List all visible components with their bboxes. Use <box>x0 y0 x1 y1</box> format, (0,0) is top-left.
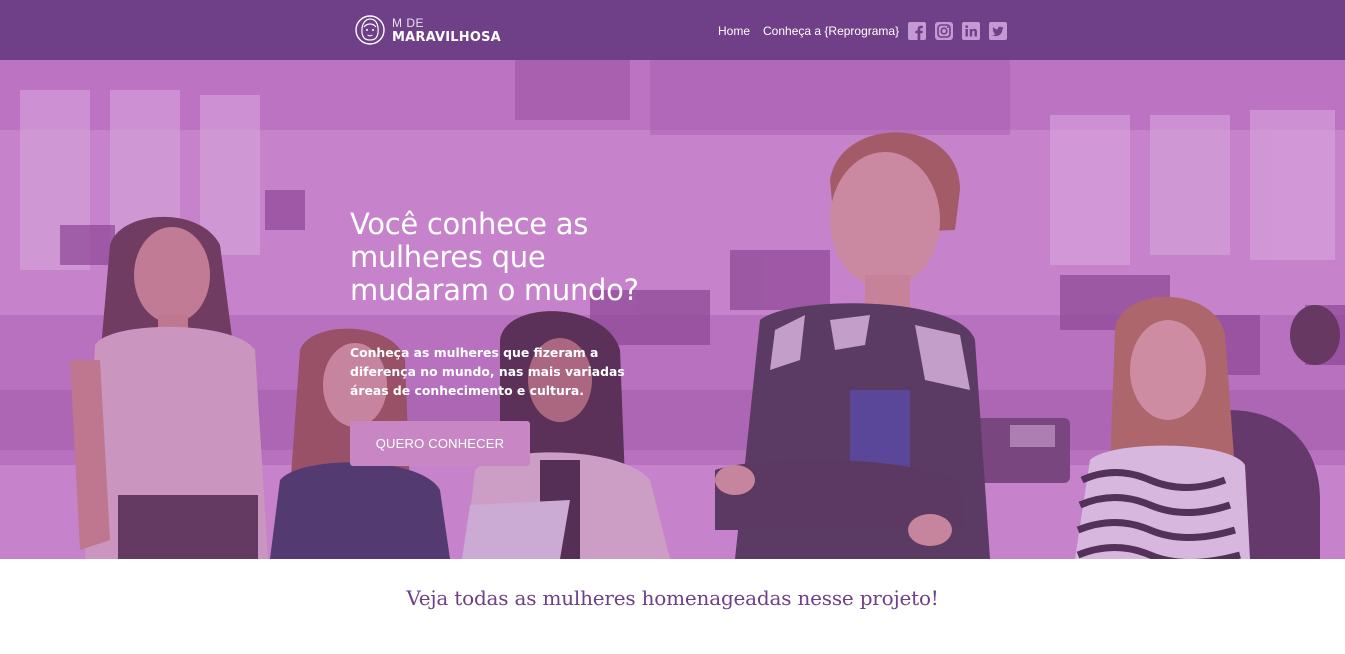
logo-small-text: M DE <box>392 15 424 30</box>
hero-banner: Você conhece as mulheres que mudaram o m… <box>0 60 1345 559</box>
main-nav: Home Conheça a {Reprograma} <box>718 21 1016 41</box>
logo[interactable]: M DE MARAVILHOSA <box>355 12 501 48</box>
hero-title: Você conhece as mulheres que mudaram o m… <box>350 207 639 307</box>
woman-face-icon <box>355 15 385 45</box>
social-links <box>908 22 1016 40</box>
facebook-icon[interactable] <box>908 22 927 40</box>
section-title: Veja todas as mulheres homenageadas ness… <box>406 586 939 610</box>
nav-item-reprograma[interactable]: Conheça a {Reprograma} <box>763 24 899 38</box>
site-header: M DE MARAVILHOSA Home Conheça a {Reprogr… <box>0 0 1345 60</box>
hero-subtitle: Conheça as mulheres que fizeram a difere… <box>350 345 625 398</box>
instagram-icon[interactable] <box>935 22 954 40</box>
nav-item-home[interactable]: Home <box>718 24 750 38</box>
quero-conhecer-button[interactable]: QUERO CONHECER <box>350 421 530 466</box>
twitter-icon[interactable] <box>989 22 1008 40</box>
hero-photo-office-women <box>0 60 1345 559</box>
logo-big-text: MARAVILHOSA <box>392 29 501 45</box>
linkedin-icon[interactable] <box>962 22 981 40</box>
logo-text: M DE MARAVILHOSA <box>392 17 501 44</box>
